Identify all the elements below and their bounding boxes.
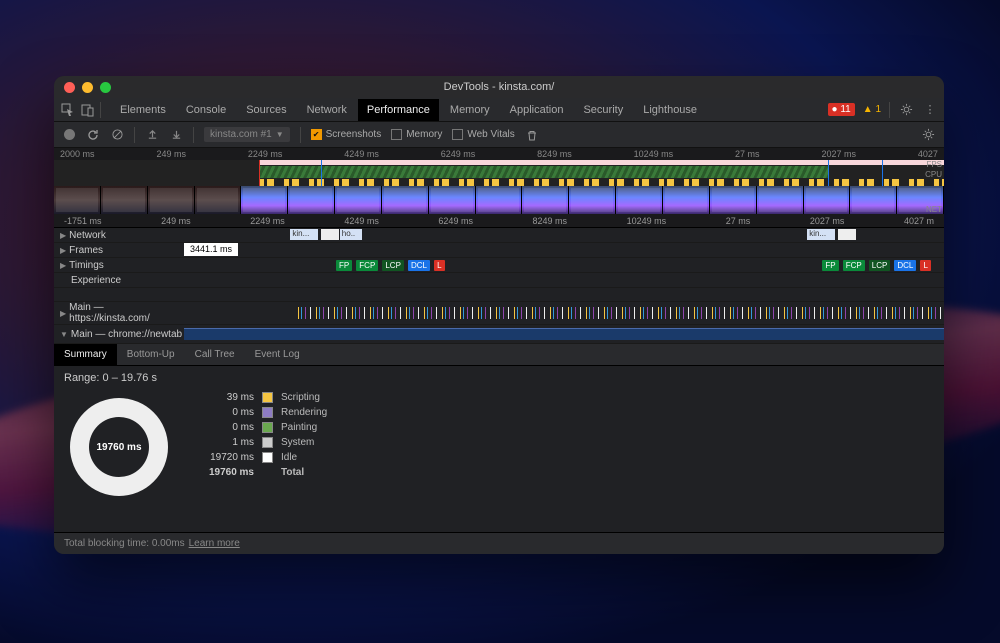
fp-marker[interactable]: FP: [336, 260, 352, 271]
tab-console[interactable]: Console: [177, 99, 235, 121]
reload-record-button[interactable]: [86, 128, 100, 142]
fps-label: FPS: [926, 160, 942, 169]
main-newtab-track-label[interactable]: ▼Main — chrome://newtab: [54, 329, 184, 340]
tab-memory[interactable]: Memory: [441, 99, 499, 121]
network-bar[interactable]: kin...: [290, 229, 318, 240]
devtools-tabs: Elements Console Sources Network Perform…: [54, 98, 944, 122]
status-footer: Total blocking time: 0.00ms Learn more: [54, 532, 944, 554]
fcp-marker[interactable]: FCP: [356, 260, 378, 271]
window-title: DevTools - kinsta.com/: [54, 81, 944, 93]
more-menu-icon[interactable]: ⋮: [922, 102, 938, 118]
overview-ruler[interactable]: 2000 ms249 ms 2249 ms4249 ms 6249 ms8249…: [54, 148, 944, 160]
tbt-text: Total blocking time: 0.00ms: [64, 538, 185, 549]
webvitals-checkbox[interactable]: Web Vitals: [452, 129, 514, 140]
tab-network[interactable]: Network: [298, 99, 356, 121]
gc-button[interactable]: [525, 128, 539, 142]
tab-eventlog[interactable]: Event Log: [245, 344, 310, 365]
tab-lighthouse[interactable]: Lighthouse: [634, 99, 706, 121]
record-button[interactable]: [62, 128, 76, 142]
learn-more-link[interactable]: Learn more: [189, 538, 240, 549]
lcp-marker[interactable]: LCP: [382, 260, 404, 271]
summary-pane: Range: 0 – 19.76 s 19760 ms 39 msScripti…: [54, 366, 944, 508]
experience-track-label[interactable]: Experience: [54, 275, 184, 286]
cpu-label: CPU: [925, 170, 942, 179]
tab-summary[interactable]: Summary: [54, 344, 117, 365]
inspect-element-icon[interactable]: [60, 102, 76, 118]
tab-sources[interactable]: Sources: [237, 99, 295, 121]
target-selector[interactable]: kinsta.com #1 ▼: [204, 127, 290, 142]
tab-performance[interactable]: Performance: [358, 99, 439, 121]
load-profile-button[interactable]: [145, 128, 159, 142]
memory-checkbox[interactable]: Memory: [391, 129, 442, 140]
flame-chart[interactable]: ▶Network kin... ho.. kin... ▶Frames 3441…: [54, 228, 944, 344]
capture-settings-gear-icon[interactable]: [920, 127, 936, 143]
settings-gear-icon[interactable]: [898, 102, 914, 118]
timeline-ruler[interactable]: -1751 ms249 ms 2249 ms4249 ms 6249 ms824…: [54, 214, 944, 228]
main-track-label[interactable]: ▶Main — https://kinsta.com/: [54, 302, 184, 324]
summary-donut: 19760 ms: [70, 398, 168, 496]
tab-application[interactable]: Application: [501, 99, 573, 121]
frames-track-label[interactable]: ▶Frames: [54, 245, 184, 256]
error-count-badge[interactable]: ● 11: [828, 103, 855, 116]
save-profile-button[interactable]: [169, 128, 183, 142]
overview-strip[interactable]: FPS CPU: [54, 160, 944, 186]
tab-security[interactable]: Security: [574, 99, 632, 121]
warning-count-badge[interactable]: ▲ 1: [863, 104, 881, 115]
timings-track-label[interactable]: ▶Timings: [54, 260, 184, 271]
tab-bottomup[interactable]: Bottom-Up: [117, 344, 185, 365]
perf-toolbar: kinsta.com #1 ▼ ✔Screenshots Memory Web …: [54, 122, 944, 148]
range-text: Range: 0 – 19.76 s: [64, 372, 934, 384]
load-marker[interactable]: L: [434, 260, 444, 271]
screenshots-checkbox[interactable]: ✔Screenshots: [311, 129, 382, 140]
dcl-marker[interactable]: DCL: [408, 260, 430, 271]
details-tabs: Summary Bottom-Up Call Tree Event Log: [54, 344, 944, 366]
devtools-window: DevTools - kinsta.com/ Elements Console …: [54, 76, 944, 554]
network-bar[interactable]: kin...: [807, 229, 835, 240]
device-toolbar-icon[interactable]: [80, 102, 96, 118]
clear-button[interactable]: [110, 128, 124, 142]
frame-duration-tooltip: 3441.1 ms: [184, 243, 238, 256]
network-bar[interactable]: ho..: [340, 229, 362, 240]
net-label: NET: [926, 205, 942, 214]
screenshot-filmstrip[interactable]: [54, 186, 944, 214]
titlebar: DevTools - kinsta.com/: [54, 76, 944, 98]
tab-calltree[interactable]: Call Tree: [185, 344, 245, 365]
summary-legend: 39 msScripting 0 msRendering 0 msPaintin…: [198, 392, 327, 502]
network-track-label[interactable]: ▶Network: [54, 230, 184, 241]
tab-elements[interactable]: Elements: [111, 99, 175, 121]
